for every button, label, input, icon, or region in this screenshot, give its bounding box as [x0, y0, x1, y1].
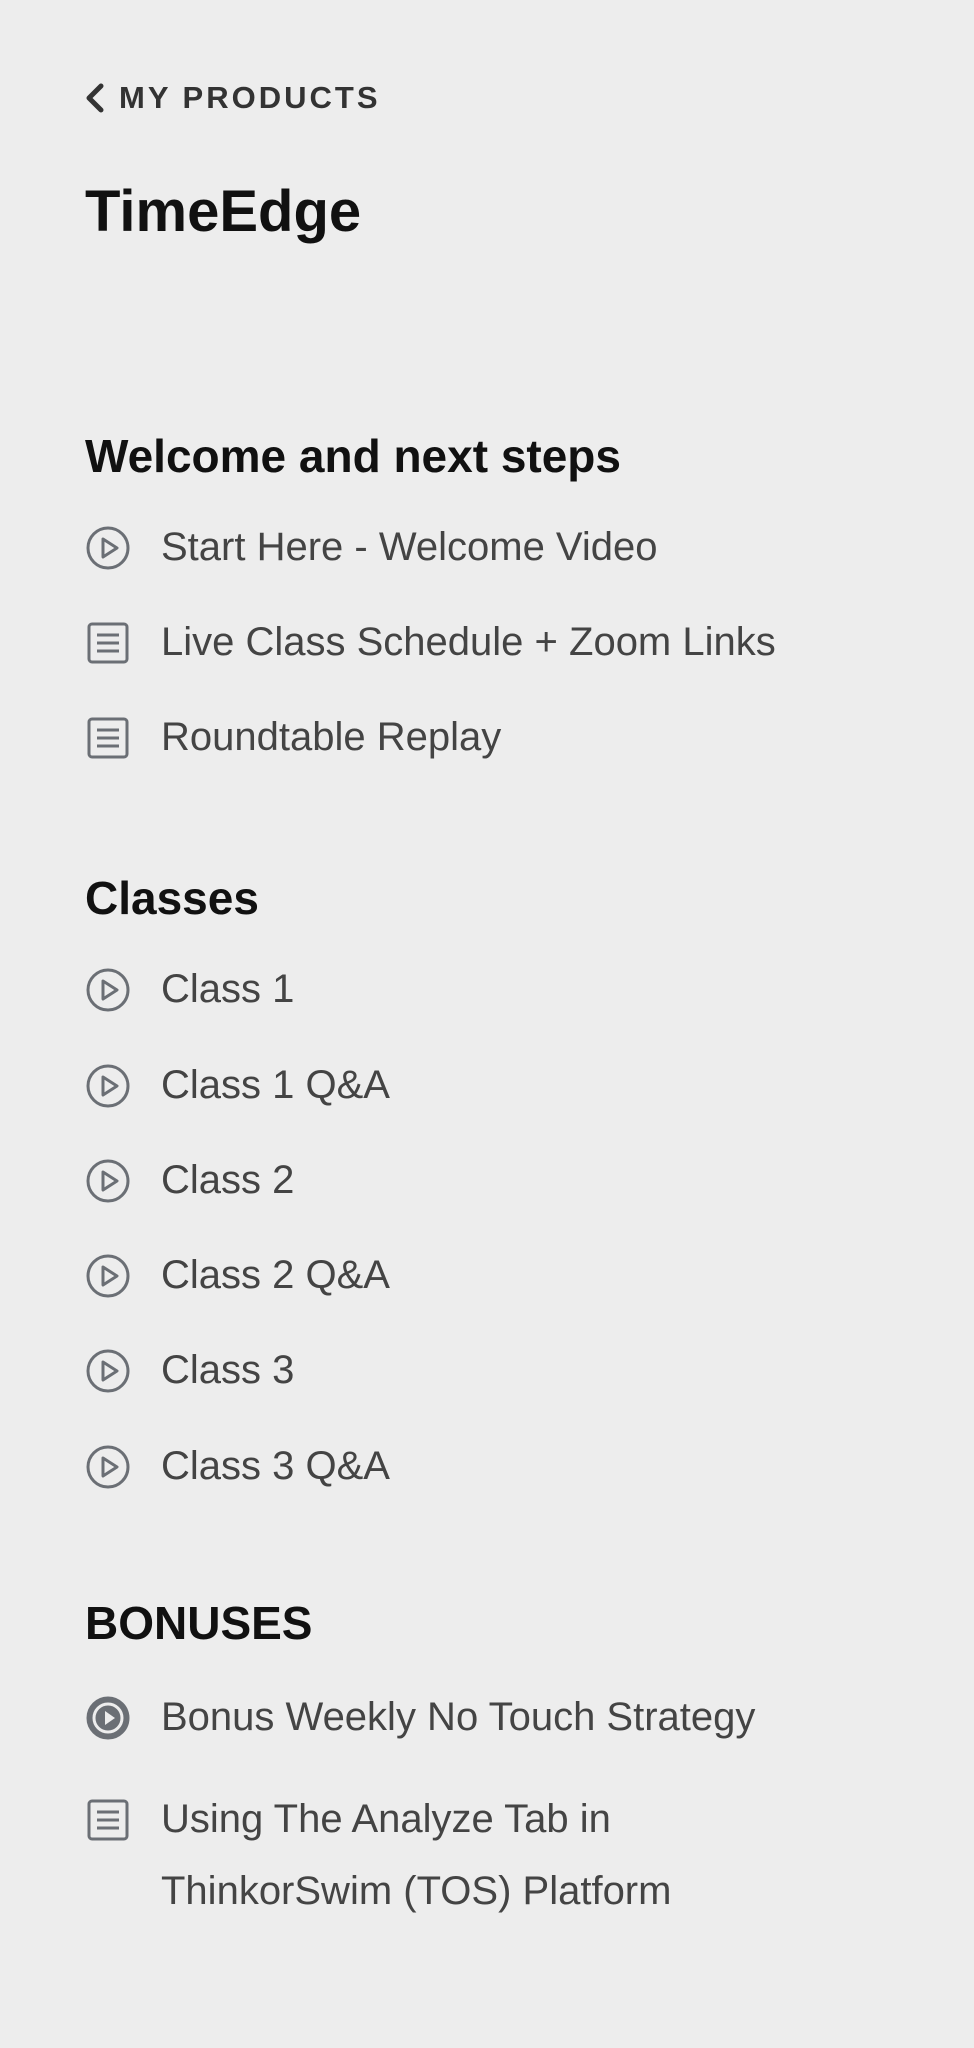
- lesson-label: Class 2 Q&A: [161, 1253, 390, 1297]
- lesson-item[interactable]: Live Class Schedule + Zoom Links: [85, 618, 925, 678]
- lesson-item[interactable]: Class 2: [85, 1156, 925, 1216]
- play-circle-icon: [85, 1063, 131, 1109]
- lesson-item[interactable]: Roundtable Replay: [85, 713, 925, 773]
- play-circle-icon: [85, 1158, 131, 1204]
- section-heading-bonuses: BONUSES: [85, 1597, 313, 1649]
- chevron-left-icon: [85, 83, 105, 113]
- in-progress-icon: [85, 1695, 131, 1741]
- lesson-label: Class 2: [161, 1158, 295, 1202]
- document-icon: [85, 1797, 131, 1843]
- play-circle-icon: [85, 967, 131, 1013]
- lesson-label: Class 3: [161, 1348, 295, 1392]
- lesson-label: Class 1: [161, 967, 295, 1011]
- lesson-label: Bonus Weekly No Touch Strategy: [161, 1695, 756, 1739]
- document-icon: [85, 620, 131, 666]
- lesson-label: Class 1 Q&A: [161, 1063, 390, 1107]
- play-circle-icon: [85, 1253, 131, 1299]
- lesson-label: Roundtable Replay: [161, 715, 502, 759]
- document-icon: [85, 715, 131, 761]
- play-circle-icon: [85, 525, 131, 571]
- lesson-item[interactable]: Class 2 Q&A: [85, 1251, 925, 1311]
- play-circle-icon: [85, 1348, 131, 1394]
- lesson-label: Class 3 Q&A: [161, 1444, 390, 1488]
- section-heading-classes: Classes: [85, 872, 259, 924]
- product-title: TimeEdge: [85, 179, 362, 244]
- lesson-label: Start Here - Welcome Video: [161, 525, 658, 569]
- lesson-item[interactable]: Start Here - Welcome Video: [85, 523, 925, 583]
- lesson-item[interactable]: Class 1 Q&A: [85, 1061, 925, 1121]
- section-heading-welcome: Welcome and next steps: [85, 430, 621, 482]
- lesson-item[interactable]: Bonus Weekly No Touch Strategy: [85, 1693, 925, 1753]
- lesson-label: Live Class Schedule + Zoom Links: [161, 620, 776, 664]
- lesson-item[interactable]: Class 3: [85, 1346, 925, 1406]
- back-to-my-products-link[interactable]: MY PRODUCTS: [85, 80, 381, 116]
- back-link-label: MY PRODUCTS: [119, 80, 381, 115]
- lesson-item[interactable]: Class 1: [85, 965, 925, 1025]
- lesson-item[interactable]: Class 3 Q&A: [85, 1442, 925, 1502]
- lesson-label: Using The Analyze Tab in ThinkorSwim (TO…: [161, 1797, 672, 1913]
- lesson-item[interactable]: Using The Analyze Tab in ThinkorSwim (TO…: [85, 1795, 925, 1927]
- play-circle-icon: [85, 1444, 131, 1490]
